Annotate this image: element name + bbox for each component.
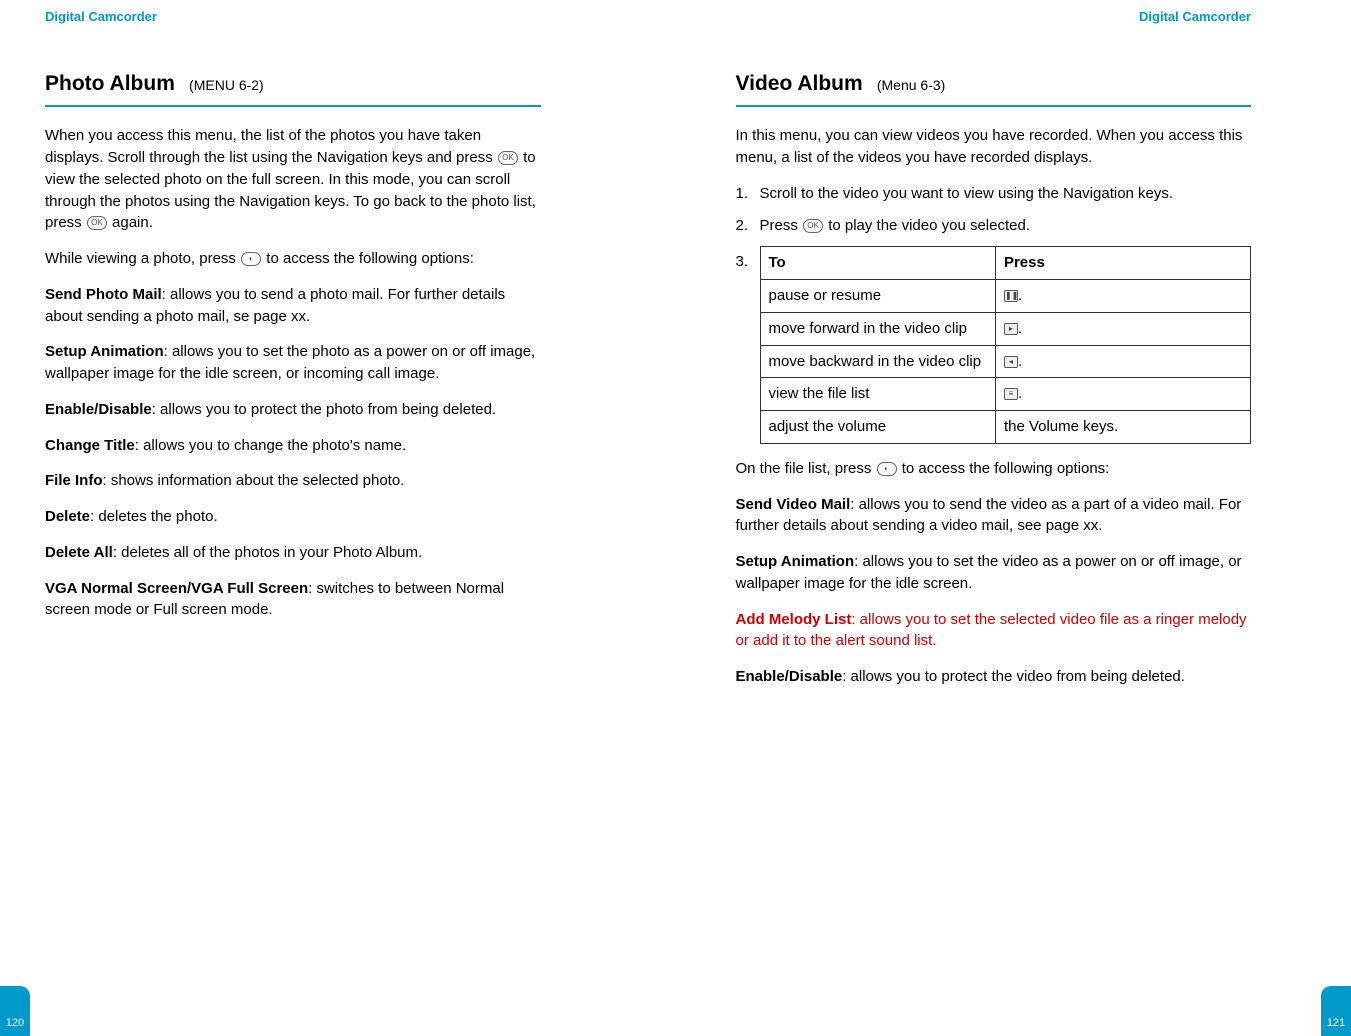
- after-table-a: On the file list, press: [736, 460, 876, 477]
- opt-desc: : shows information about the selected p…: [103, 472, 405, 489]
- opt-desc: : deletes all of the photos in your Phot…: [113, 544, 422, 561]
- opt-delete: Delete: deletes the photo.: [45, 506, 541, 528]
- after-table-paragraph: On the file list, press ◐ to access the …: [736, 458, 1252, 480]
- intro-video: In this menu, you can view videos you ha…: [736, 125, 1252, 169]
- opt-title: Enable/Disable: [45, 401, 152, 418]
- ok-key-icon: OK: [498, 151, 518, 165]
- opt-title: Delete All: [45, 544, 113, 561]
- table-row: adjust the volume the Volume keys.: [760, 411, 1251, 444]
- title-row-right: Video Album (Menu 6-3): [736, 69, 1252, 107]
- ok-key-icon: OK: [87, 216, 107, 230]
- cell-to: adjust the volume: [760, 411, 995, 444]
- page-number-left: 120: [0, 986, 30, 1036]
- step-3-table-wrap: 3. To Press pause or resume ❚❚. move for…: [736, 246, 1252, 458]
- th-to: To: [760, 247, 995, 280]
- press-after: .: [1018, 320, 1022, 337]
- title-photo-album: Photo Album: [45, 72, 175, 95]
- opt-file-info: File Info: shows information about the s…: [45, 470, 541, 492]
- soft-key-icon: ◐: [241, 252, 261, 266]
- intro1c: again.: [112, 214, 153, 231]
- opt-title: Enable/Disable: [736, 668, 843, 685]
- pause-resume-key-icon: ❚❚: [1004, 290, 1018, 302]
- list-key-icon: ≡: [1004, 388, 1018, 400]
- step-1: 1. Scroll to the video you want to view …: [736, 183, 1252, 205]
- table-row: view the file list ≡.: [760, 378, 1251, 411]
- soft-key-icon: ◐: [877, 462, 897, 476]
- step-3-num: 3.: [736, 246, 760, 458]
- intro1a: When you access this menu, the list of t…: [45, 127, 497, 166]
- opt-enable-disable: Enable/Disable: allows you to protect th…: [45, 399, 541, 421]
- ok-key-icon: OK: [803, 219, 823, 233]
- page-number-right: 121: [1321, 986, 1351, 1036]
- header-right: Digital Camcorder: [736, 8, 1252, 27]
- cell-press: ▸.: [995, 312, 1250, 345]
- opt-add-melody-list: Add Melody List: allows you to set the s…: [736, 609, 1252, 653]
- press-after: .: [1018, 287, 1022, 304]
- cell-to: view the file list: [760, 378, 995, 411]
- opt-delete-all: Delete All: deletes all of the photos in…: [45, 542, 541, 564]
- opt-setup-animation: Setup Animation: allows you to set the p…: [45, 341, 541, 385]
- table-header-row: To Press: [760, 247, 1251, 280]
- page-right: Digital Camcorder Video Album (Menu 6-3)…: [676, 0, 1351, 1036]
- opt-title: Setup Animation: [736, 553, 855, 570]
- opt-desc: : allows you to protect the video from b…: [842, 668, 1185, 685]
- opt-enable-disable-video: Enable/Disable: allows you to protect th…: [736, 666, 1252, 688]
- opt-title: Add Melody List: [736, 611, 852, 628]
- step2a: Press: [760, 217, 803, 234]
- step-2-num: 2.: [736, 215, 760, 237]
- cell-to: pause or resume: [760, 280, 995, 313]
- table-row: pause or resume ❚❚.: [760, 280, 1251, 313]
- opt-title: File Info: [45, 472, 103, 489]
- opt-send-photo-mail: Send Photo Mail: allows you to send a ph…: [45, 284, 541, 328]
- step-2-text: Press OK to play the video you selected.: [760, 215, 1252, 237]
- step-1-text: Scroll to the video you want to view usi…: [760, 183, 1252, 205]
- cell-press: ❚❚.: [995, 280, 1250, 313]
- press-after: .: [1018, 353, 1022, 370]
- th-press: Press: [995, 247, 1250, 280]
- controls-table: To Press pause or resume ❚❚. move forwar…: [760, 246, 1252, 444]
- title-video-album: Video Album: [736, 72, 863, 95]
- step2b: to play the video you selected.: [828, 217, 1030, 234]
- title-menu-6-3: (Menu 6-3): [877, 77, 945, 93]
- opt-vga-screen: VGA Normal Screen/VGA Full Screen: switc…: [45, 578, 541, 622]
- header-left: Digital Camcorder: [45, 8, 541, 27]
- opt-setup-animation-video: Setup Animation: allows you to set the v…: [736, 551, 1252, 595]
- backward-key-icon: ◂: [1004, 356, 1018, 368]
- cell-press: the Volume keys.: [995, 411, 1250, 444]
- opt-title: Send Photo Mail: [45, 286, 162, 303]
- title-row-left: Photo Album (MENU 6-2): [45, 69, 541, 107]
- opt-send-video-mail: Send Video Mail: allows you to send the …: [736, 494, 1252, 538]
- forward-key-icon: ▸: [1004, 323, 1018, 335]
- intro-paragraph-2: While viewing a photo, press ◐ to access…: [45, 248, 541, 270]
- title-menu-6-2: (MENU 6-2): [189, 77, 264, 93]
- opt-title: Setup Animation: [45, 343, 164, 360]
- cell-to: move backward in the video clip: [760, 345, 995, 378]
- opt-title: Delete: [45, 508, 90, 525]
- after-table-b: to access the following options:: [902, 460, 1110, 477]
- step-1-num: 1.: [736, 183, 760, 205]
- intro2a: While viewing a photo, press: [45, 250, 240, 267]
- cell-press: ≡.: [995, 378, 1250, 411]
- opt-change-title: Change Title: allows you to change the p…: [45, 435, 541, 457]
- opt-desc: : deletes the photo.: [90, 508, 218, 525]
- table-row: move forward in the video clip ▸.: [760, 312, 1251, 345]
- table-row: move backward in the video clip ◂.: [760, 345, 1251, 378]
- cell-press: ◂.: [995, 345, 1250, 378]
- opt-title: Change Title: [45, 437, 135, 454]
- opt-desc: : allows you to change the photo's name.: [135, 437, 406, 454]
- cell-to: move forward in the video clip: [760, 312, 995, 345]
- page-left: Digital Camcorder Photo Album (MENU 6-2)…: [0, 0, 676, 1036]
- press-after: .: [1018, 385, 1022, 402]
- opt-title: VGA Normal Screen/VGA Full Screen: [45, 580, 308, 597]
- intro-paragraph-1: When you access this menu, the list of t…: [45, 125, 541, 234]
- intro2b: to access the following options:: [266, 250, 474, 267]
- opt-desc: : allows you to protect the photo from b…: [152, 401, 496, 418]
- opt-title: Send Video Mail: [736, 496, 851, 513]
- step-2: 2. Press OK to play the video you select…: [736, 215, 1252, 237]
